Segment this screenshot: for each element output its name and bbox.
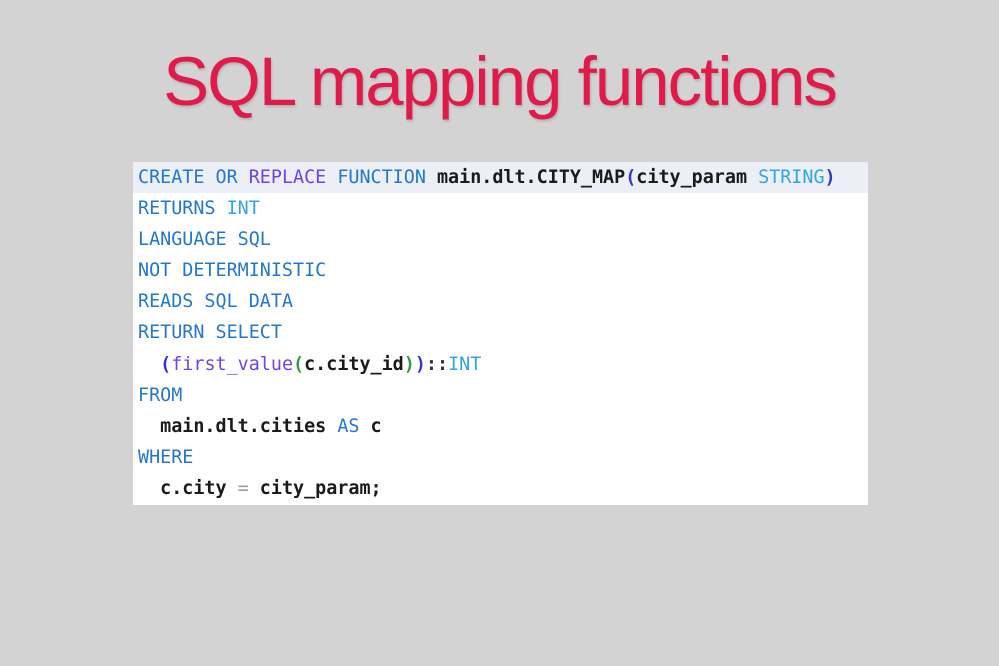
code-line: main.dlt.cities AS c <box>133 411 868 442</box>
code-token-fn: REPLACE <box>249 167 327 188</box>
code-token-kw: RETURN SELECT <box>138 322 282 343</box>
code-token-id: c <box>359 416 381 437</box>
code-token-id: c.city_id <box>304 354 404 375</box>
code-block: CREATE OR REPLACE FUNCTION main.dlt.CITY… <box>133 162 868 505</box>
code-token-eq: = <box>238 478 249 499</box>
code-token-pl <box>138 354 160 375</box>
code-token-type: STRING <box>758 167 824 188</box>
code-line: WHERE <box>133 442 868 473</box>
slide: { "title": "SQL mapping functions", "col… <box>0 0 999 666</box>
code-line: RETURN SELECT <box>133 317 868 348</box>
code-line: c.city = city_param; <box>133 473 868 504</box>
code-token-op: :: <box>426 354 448 375</box>
code-token-id: city_param <box>636 167 758 188</box>
code-token-kw: LANGUAGE SQL <box>138 229 271 250</box>
code-token-id: main.dlt.CITY_MAP <box>426 167 625 188</box>
code-token-fn: first_value <box>171 354 293 375</box>
page-title: SQL mapping functions <box>0 42 999 121</box>
code-token-kw: READS SQL DATA <box>138 291 293 312</box>
code-token-type: INT <box>448 354 481 375</box>
code-token-kw: FROM <box>138 385 182 406</box>
code-token-type: INT <box>227 198 260 219</box>
code-token-kw: RETURNS <box>138 198 227 219</box>
code-line: CREATE OR REPLACE FUNCTION main.dlt.CITY… <box>133 162 868 193</box>
code-line: (first_value(c.city_id))::INT <box>133 349 868 380</box>
code-token-br1: ( <box>625 167 636 188</box>
code-token-br1: ) <box>825 167 836 188</box>
code-token-id: c.city <box>138 478 238 499</box>
code-token-br1: ( <box>160 354 171 375</box>
code-line: NOT DETERMINISTIC <box>133 255 868 286</box>
code-line: LANGUAGE SQL <box>133 224 868 255</box>
code-token-kw: CREATE OR <box>138 167 249 188</box>
code-token-br2: ) <box>404 354 415 375</box>
code-line: RETURNS INT <box>133 193 868 224</box>
code-line: FROM <box>133 380 868 411</box>
code-token-kw: AS <box>337 416 359 437</box>
code-token-br1: ) <box>415 354 426 375</box>
code-token-br2: ( <box>293 354 304 375</box>
code-line: READS SQL DATA <box>133 286 868 317</box>
code-token-kw: FUNCTION <box>326 167 426 188</box>
code-token-id: main.dlt.cities <box>138 416 337 437</box>
code-token-kw: WHERE <box>138 447 193 468</box>
code-token-id: city_param; <box>249 478 382 499</box>
code-token-kw: NOT DETERMINISTIC <box>138 260 326 281</box>
